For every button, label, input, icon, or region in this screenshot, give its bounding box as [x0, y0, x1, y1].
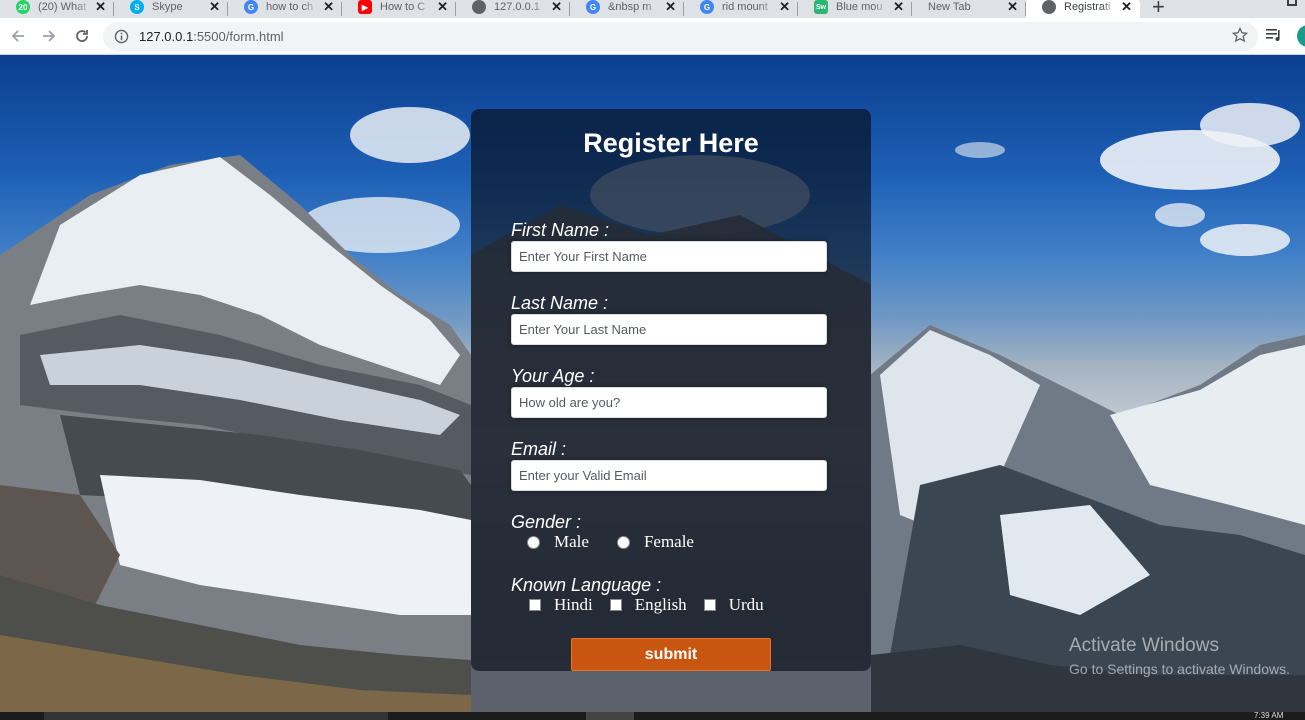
address-bar[interactable]: 127.0.0.1:5500/form.html — [103, 22, 1258, 51]
close-icon[interactable]: ✕ — [551, 0, 562, 15]
close-icon[interactable]: ✕ — [665, 0, 676, 15]
tab-google-nbsp[interactable]: G &nbsp m ✕ — [570, 0, 684, 18]
tab-title: How to C — [380, 1, 426, 13]
language-urdu-checkbox[interactable] — [703, 599, 716, 611]
language-hindi-checkbox[interactable] — [529, 599, 541, 611]
language-urdu-label: Urdu — [728, 595, 764, 614]
close-icon[interactable]: ✕ — [1121, 0, 1132, 15]
forward-arrow-icon[interactable] — [38, 25, 60, 47]
tab-title: how to ch — [266, 1, 314, 13]
google-icon: G — [586, 0, 600, 14]
url-host: 127.0.0.1 — [139, 29, 194, 44]
globe-icon — [1042, 0, 1056, 14]
tab-strip: 20 (20) What ✕ S Skype ✕ G how to ch ✕ ▶… — [0, 0, 1305, 18]
first-name-label: First Name : — [511, 220, 610, 240]
language-options: Hindi English Urdu — [529, 595, 764, 615]
profile-avatar[interactable] — [1297, 25, 1305, 47]
url-path: :5500/form.html — [193, 29, 284, 44]
close-icon[interactable]: ✕ — [779, 0, 790, 15]
new-tab-plus-icon[interactable]: + — [1152, 0, 1165, 18]
registration-form: Register Here First Name : Last Name : Y… — [471, 109, 871, 671]
gender-female-radio[interactable] — [616, 535, 630, 549]
url-text: 127.0.0.1:5500/form.html — [139, 29, 284, 44]
tab-google-mountain[interactable]: G rid mount ✕ — [684, 0, 798, 18]
first-name-input[interactable] — [511, 241, 827, 272]
tab-title: Blue mou — [836, 1, 883, 13]
globe-icon — [472, 0, 486, 14]
tab-title: New Tab — [928, 1, 971, 13]
tab-whatsapp[interactable]: 20 (20) What ✕ — [0, 0, 114, 18]
tab-skype[interactable]: S Skype ✕ — [114, 0, 228, 18]
known-language-label: Known Language : — [511, 575, 662, 595]
submit-button[interactable]: submit — [571, 638, 771, 671]
close-icon[interactable]: ✕ — [209, 0, 220, 15]
tab-youtube[interactable]: ▶ How to C ✕ — [342, 0, 456, 18]
taskbar-clock: 7:39 AM — [1254, 712, 1284, 720]
google-icon: G — [700, 0, 714, 14]
media-queue-icon[interactable] — [1266, 28, 1282, 47]
tab-title: Skype — [152, 1, 183, 13]
activate-windows-title: Activate Windows — [1069, 635, 1219, 656]
form-title: Register Here — [583, 128, 759, 158]
tab-blue-mountain[interactable]: Sw Blue mou ✕ — [798, 0, 912, 18]
youtube-icon: ▶ — [358, 0, 372, 14]
close-icon[interactable]: ✕ — [893, 0, 904, 15]
gender-male-radio[interactable] — [527, 535, 540, 549]
close-icon[interactable]: ✕ — [1007, 0, 1018, 15]
last-name-input[interactable] — [511, 314, 827, 345]
taskbar-search-box[interactable] — [44, 712, 388, 720]
tab-title: (20) What — [38, 1, 87, 13]
gender-female-label: Female — [643, 532, 694, 551]
tab-title: Registrati — [1064, 1, 1111, 13]
tab-google-search[interactable]: G how to ch ✕ — [228, 0, 342, 18]
tab-registration[interactable]: Registrati ✕ — [1026, 0, 1140, 18]
bookmark-star-icon[interactable] — [1231, 26, 1249, 48]
age-input[interactable] — [511, 387, 827, 418]
activate-windows-subtitle: Go to Settings to activate Windows. — [1069, 661, 1290, 677]
sw-icon: Sw — [814, 0, 828, 14]
language-english-checkbox[interactable] — [609, 599, 622, 611]
browser-toolbar: 127.0.0.1:5500/form.html — [0, 18, 1305, 55]
tab-new-tab[interactable]: New Tab ✕ — [912, 0, 1026, 18]
gender-male-label: Male — [554, 532, 589, 551]
close-icon[interactable]: ✕ — [437, 0, 448, 15]
skype-icon: S — [130, 0, 144, 14]
whatsapp-icon: 20 — [16, 0, 30, 14]
tab-title: 127.0.0.1 — [494, 1, 540, 13]
gender-options: Male Female — [527, 532, 694, 552]
back-arrow-icon[interactable] — [7, 25, 29, 47]
age-label: Your Age : — [511, 366, 595, 386]
tab-localhost[interactable]: 127.0.0.1 ✕ — [456, 0, 570, 18]
page-viewport: Register Here First Name : Last Name : Y… — [0, 55, 1305, 712]
last-name-label: Last Name : — [511, 293, 609, 313]
close-icon[interactable]: ✕ — [323, 0, 334, 15]
window-control-icon[interactable] — [1287, 0, 1297, 6]
reload-icon[interactable] — [71, 25, 93, 47]
tab-title: rid mount — [722, 1, 768, 13]
language-english-label: English — [634, 595, 687, 614]
tab-title: &nbsp m — [608, 1, 652, 13]
info-icon[interactable] — [114, 29, 129, 49]
close-icon[interactable]: ✕ — [95, 0, 106, 15]
email-input[interactable] — [511, 460, 827, 491]
gender-label: Gender : — [511, 512, 582, 532]
windows-taskbar: 7:39 AM — [0, 712, 1305, 720]
language-hindi-label: Hindi — [554, 595, 593, 614]
taskbar-app-icon[interactable] — [586, 712, 634, 720]
google-icon: G — [244, 0, 258, 14]
email-label: Email : — [511, 439, 567, 459]
